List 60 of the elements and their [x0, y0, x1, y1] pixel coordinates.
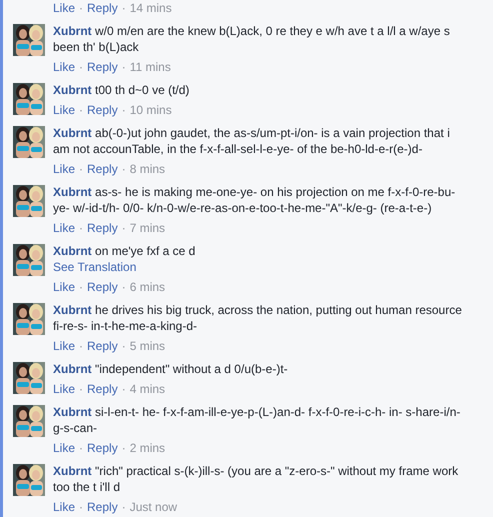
comment-time: 10 mins [130, 102, 172, 118]
separator-dot: · [79, 381, 84, 397]
comment-text: Xubrnt t00 th d~0 ve (t/d) [53, 82, 190, 98]
separator-dot: · [79, 440, 84, 456]
comment-text: Xubrnt ab(-0-)ut john gaudet, the as-s/um-pt-i/on- is a vain projection that i am not accounTable, in the f-x-f-all-sel-l-e-ye- of the be-h0-ld-e-r(e-)d- [53, 125, 451, 157]
like-link[interactable]: Like [53, 499, 76, 515]
separator-dot: · [79, 102, 84, 118]
separator-dot: · [122, 0, 126, 16]
separator-dot: · [79, 161, 84, 177]
reply-link[interactable]: Reply [87, 279, 118, 295]
comment-time: 2 mins [130, 440, 166, 456]
separator-dot: · [122, 338, 126, 354]
separator-dot: · [79, 220, 84, 236]
separator-dot: · [122, 499, 126, 515]
comment-text: Xubrnt he drives his big truck, across the nation, putting out human resource fi-re-s- in-t-he-me-a-king-d- [53, 302, 463, 334]
separator-dot: · [79, 59, 84, 75]
comment-time: 11 mins [130, 59, 171, 75]
reply-link[interactable]: Reply [87, 0, 118, 16]
like-link[interactable]: Like [53, 279, 76, 295]
like-link[interactable]: Like [53, 0, 76, 16]
see-translation-link[interactable]: See Translation [53, 259, 136, 275]
separator-dot: · [122, 381, 126, 397]
reply-link[interactable]: Reply [87, 338, 118, 354]
like-link[interactable]: Like [53, 381, 76, 397]
comment-text: Xubrnt "independent" without a d 0/u(b-e-)t- [53, 361, 289, 377]
separator-dot: · [122, 220, 126, 236]
comment-time: 5 mins [130, 338, 166, 354]
comment-text: Xubrnt on me'ye fxf a ce d [53, 243, 196, 259]
like-link[interactable]: Like [53, 161, 76, 177]
like-link[interactable]: Like [53, 440, 76, 456]
comment-text: Xubrnt "rich" practical s-(k-)ill-s- (you are a "z-ero-s-" without my frame work too the t i'll d [53, 463, 460, 495]
separator-dot: · [122, 102, 126, 118]
comment-time: 7 mins [130, 220, 166, 236]
separator-dot: · [79, 0, 84, 16]
reply-link[interactable]: Reply [87, 440, 118, 456]
comment-time: 14 mins [130, 0, 172, 16]
separator-dot: · [122, 279, 126, 295]
comment-text: Xubrnt as-s- he is making me-one-ye- on his projection on me f-x-f-0-re-bu-ye- w/-id-t/h- 0/0- k/n-0-w/e-re-as-on-e-too-t-he-me-"A"-k/e-g- (re-a-t-e-) [53, 184, 456, 216]
reply-link[interactable]: Reply [87, 59, 118, 75]
like-link[interactable]: Like [53, 59, 76, 75]
like-link[interactable]: Like [53, 220, 76, 236]
separator-dot: · [79, 279, 84, 295]
reply-link[interactable]: Reply [87, 161, 118, 177]
reply-link[interactable]: Reply [87, 220, 118, 236]
separator-dot: · [122, 440, 126, 456]
like-link[interactable]: Like [53, 338, 76, 354]
separator-dot: · [122, 59, 126, 75]
separator-dot: · [79, 499, 84, 515]
comment-time: 8 mins [130, 161, 166, 177]
comment-time: 6 mins [130, 279, 166, 295]
like-link[interactable]: Like [53, 102, 76, 118]
comment-text: Xubrnt si-l-en-t- he- f-x-f-am-ill-e-ye-p-(L-)an-d- f-x-f-0-re-i-c-h- in- s-hare-i/n-g-s-can- [53, 404, 462, 436]
comment-time: 4 mins [130, 381, 166, 397]
comment-text: Xubrnt w/0 m/en are the knew b(L)ack, 0 re they e w/h ave t a l/l a w/aye s been th' b(L)ack [53, 23, 451, 55]
comment-time: Just now [130, 499, 178, 515]
separator-dot: · [122, 161, 126, 177]
reply-link[interactable]: Reply [87, 499, 118, 515]
reply-link[interactable]: Reply [87, 102, 118, 118]
reply-link[interactable]: Reply [87, 381, 118, 397]
separator-dot: · [79, 338, 84, 354]
